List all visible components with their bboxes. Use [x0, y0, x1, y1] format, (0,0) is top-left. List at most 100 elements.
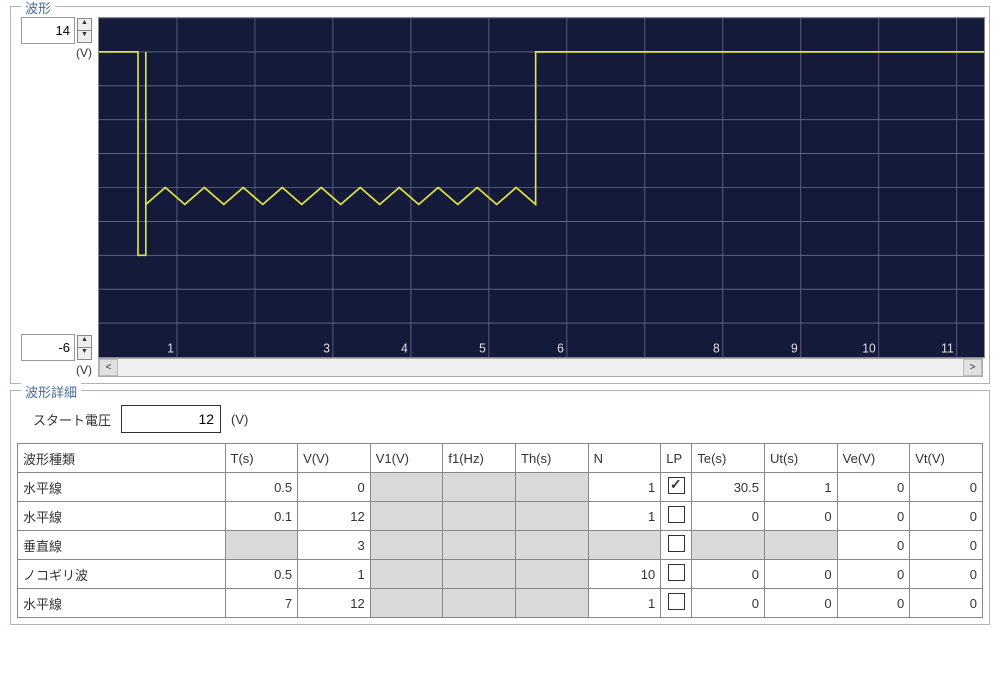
- table-row: 水平線71210000: [18, 589, 983, 618]
- lp-checkbox[interactable]: [668, 564, 685, 581]
- y-min-stepper[interactable]: ▲ ▼: [21, 334, 92, 361]
- svg-text:1: 1: [167, 341, 174, 355]
- cell-Ve[interactable]: 0: [837, 473, 910, 502]
- cell-Ut[interactable]: 0: [765, 589, 838, 618]
- start-voltage-unit: (V): [231, 412, 248, 427]
- svg-text:9: 9: [791, 341, 798, 355]
- cell-type[interactable]: ノコギリ波: [18, 560, 226, 589]
- cell-Th: [516, 473, 589, 502]
- table-row: ノコギリ波0.51100000: [18, 560, 983, 589]
- lp-checkbox[interactable]: [668, 506, 685, 523]
- y-max-input[interactable]: [21, 17, 75, 44]
- cell-Vt[interactable]: 0: [910, 502, 983, 531]
- cell-N: [588, 531, 661, 560]
- y-max-down-icon[interactable]: ▼: [77, 30, 92, 43]
- cell-V[interactable]: 1: [298, 560, 371, 589]
- scroll-left-icon[interactable]: <: [99, 359, 118, 376]
- cell-Th: [516, 502, 589, 531]
- y-max-up-icon[interactable]: ▲: [77, 18, 92, 30]
- cell-Vt[interactable]: 0: [910, 473, 983, 502]
- svg-text:6: 6: [557, 341, 564, 355]
- cell-LP[interactable]: [661, 531, 692, 560]
- cell-LP[interactable]: [661, 589, 692, 618]
- cell-V[interactable]: 3: [298, 531, 371, 560]
- cell-N[interactable]: 1: [588, 473, 661, 502]
- cell-Te: [692, 531, 765, 560]
- cell-V1: [370, 589, 443, 618]
- cell-T[interactable]: 0.1: [225, 502, 298, 531]
- cell-Ut[interactable]: 0: [765, 502, 838, 531]
- table-header: Ve(V): [837, 444, 910, 473]
- table-row: 垂直線 3 00: [18, 531, 983, 560]
- waveform-panel-title: 波形: [21, 0, 55, 17]
- cell-Te[interactable]: 0: [692, 502, 765, 531]
- lp-checkbox[interactable]: [668, 593, 685, 610]
- cell-LP[interactable]: [661, 560, 692, 589]
- start-voltage-label: スタート電圧: [33, 410, 111, 429]
- cell-type[interactable]: 水平線: [18, 473, 226, 502]
- waveform-chart[interactable]: 13456891011: [98, 17, 985, 358]
- y-min-down-icon[interactable]: ▼: [77, 347, 92, 360]
- scroll-right-icon[interactable]: >: [963, 359, 982, 376]
- table-header: 波形種類: [18, 444, 226, 473]
- svg-text:10: 10: [862, 341, 876, 355]
- cell-Vt[interactable]: 0: [910, 531, 983, 560]
- lp-checkbox[interactable]: [668, 477, 685, 494]
- table-header: N: [588, 444, 661, 473]
- cell-type[interactable]: 水平線: [18, 589, 226, 618]
- lp-checkbox[interactable]: [668, 535, 685, 552]
- cell-T[interactable]: 7: [225, 589, 298, 618]
- y-max-stepper[interactable]: ▲ ▼: [21, 17, 92, 44]
- cell-T: [225, 531, 298, 560]
- start-voltage-input[interactable]: [121, 405, 221, 433]
- y-min-up-icon[interactable]: ▲: [77, 335, 92, 347]
- table-row: 水平線0.50130.5100: [18, 473, 983, 502]
- cell-LP[interactable]: [661, 473, 692, 502]
- waveform-detail-panel: 波形詳細 スタート電圧 (V) 波形種類T(s)V(V)V1(V)f1(Hz)T…: [10, 390, 990, 625]
- cell-V[interactable]: 0: [298, 473, 371, 502]
- cell-N[interactable]: 1: [588, 502, 661, 531]
- cell-V1: [370, 473, 443, 502]
- table-header: T(s): [225, 444, 298, 473]
- cell-f1: [443, 473, 516, 502]
- table-header: Ut(s): [765, 444, 838, 473]
- cell-N[interactable]: 1: [588, 589, 661, 618]
- table-header: f1(Hz): [443, 444, 516, 473]
- cell-Ut: [765, 531, 838, 560]
- cell-Ve[interactable]: 0: [837, 531, 910, 560]
- y-min-input[interactable]: [21, 334, 75, 361]
- cell-f1: [443, 531, 516, 560]
- cell-T[interactable]: 0.5: [225, 473, 298, 502]
- table-header: Th(s): [516, 444, 589, 473]
- cell-V[interactable]: 12: [298, 589, 371, 618]
- y-unit-bottom: (V): [21, 363, 92, 377]
- table-header: LP: [661, 444, 692, 473]
- cell-Ve[interactable]: 0: [837, 560, 910, 589]
- waveform-panel: 波形 ▲ ▼ (V) ▲ ▼: [10, 6, 990, 384]
- cell-T[interactable]: 0.5: [225, 560, 298, 589]
- cell-type[interactable]: 垂直線: [18, 531, 226, 560]
- cell-Ve[interactable]: 0: [837, 502, 910, 531]
- table-header: V(V): [298, 444, 371, 473]
- cell-Vt[interactable]: 0: [910, 560, 983, 589]
- cell-V1: [370, 502, 443, 531]
- cell-Ve[interactable]: 0: [837, 589, 910, 618]
- cell-f1: [443, 560, 516, 589]
- horizontal-scrollbar[interactable]: < >: [98, 358, 983, 377]
- cell-Th: [516, 589, 589, 618]
- table-header: Te(s): [692, 444, 765, 473]
- table-header: V1(V): [370, 444, 443, 473]
- cell-type[interactable]: 水平線: [18, 502, 226, 531]
- cell-Te[interactable]: 0: [692, 589, 765, 618]
- cell-Te[interactable]: 0: [692, 560, 765, 589]
- detail-panel-title: 波形詳細: [21, 382, 81, 401]
- cell-Vt[interactable]: 0: [910, 589, 983, 618]
- cell-V[interactable]: 12: [298, 502, 371, 531]
- cell-Th: [516, 560, 589, 589]
- cell-LP[interactable]: [661, 502, 692, 531]
- cell-Ut[interactable]: 0: [765, 560, 838, 589]
- svg-text:8: 8: [713, 341, 720, 355]
- cell-Ut[interactable]: 1: [765, 473, 838, 502]
- cell-Te[interactable]: 30.5: [692, 473, 765, 502]
- cell-N[interactable]: 10: [588, 560, 661, 589]
